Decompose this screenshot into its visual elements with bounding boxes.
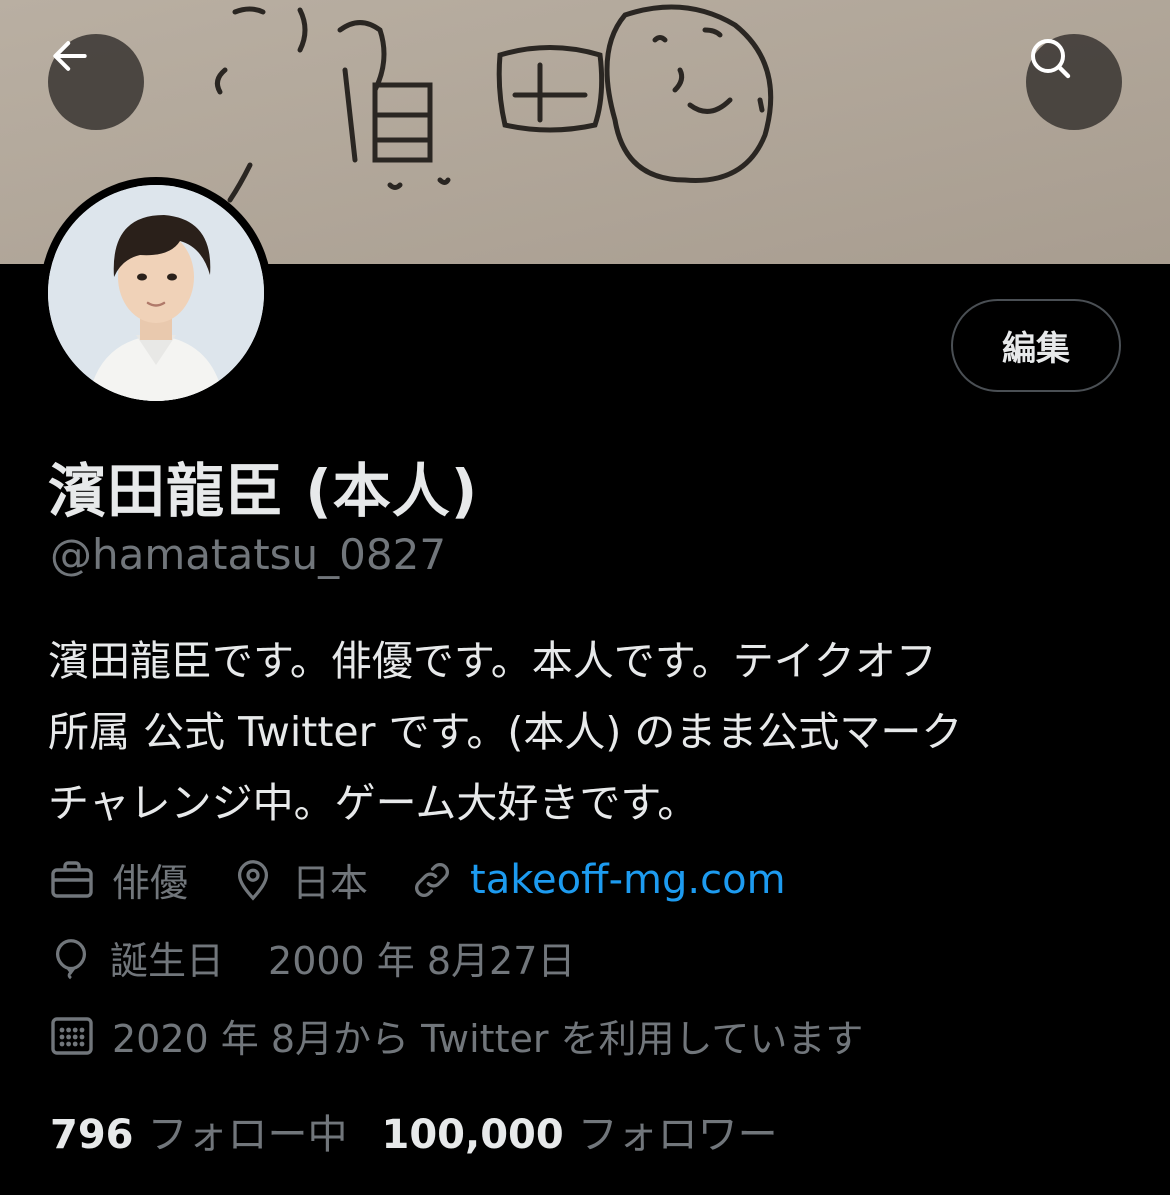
location-pin-icon bbox=[237, 859, 269, 901]
website-item[interactable]: takeoff-mg.com bbox=[410, 857, 786, 903]
avatar[interactable] bbox=[48, 185, 264, 401]
bio-line: 所属 公式 Twitter です。(本人) のまま公式マーク bbox=[48, 708, 963, 756]
bio-line: チャレンジ中。ゲーム大好きです。 bbox=[48, 779, 699, 827]
following-label: フォロー中 bbox=[147, 1112, 348, 1158]
following-stat[interactable]: 796 フォロー中 bbox=[50, 1102, 382, 1160]
balloon-icon bbox=[55, 938, 87, 979]
calendar-icon bbox=[51, 1016, 93, 1055]
followers-count: 100,000 bbox=[381, 1112, 564, 1158]
avatar-photo bbox=[48, 185, 264, 401]
briefcase-icon bbox=[51, 860, 93, 898]
avatar-frame[interactable] bbox=[40, 177, 272, 409]
website-link[interactable]: takeoff-mg.com bbox=[470, 857, 786, 903]
follow-stats: 796 フォロー中 100,000 フォロワー bbox=[50, 1102, 812, 1160]
user-handle: @hamatatsu_0827 bbox=[50, 530, 447, 579]
bio-line: 濱田龍臣です。俳優です。本人です。テイクオフ bbox=[48, 637, 937, 685]
profile-meta-row: 俳優 日本 takeoff-mg.com bbox=[48, 852, 828, 907]
link-icon bbox=[415, 862, 450, 897]
search-button[interactable] bbox=[1026, 34, 1122, 130]
arrow-left-icon bbox=[53, 41, 87, 71]
profession-text: 俳優 bbox=[112, 861, 189, 905]
followers-stat[interactable]: 100,000 フォロワー bbox=[382, 1102, 812, 1160]
followers-label: フォロワー bbox=[577, 1112, 778, 1158]
birthday-row: 誕生日 2000 年 8月27日 bbox=[48, 930, 575, 985]
birthday-date: 2000 年 8月27日 bbox=[268, 939, 576, 983]
profile-bio: 濱田龍臣です。俳優です。本人です。テイクオフ 所属 公式 Twitter です。… bbox=[48, 626, 1128, 839]
edit-profile-button[interactable]: 編集 bbox=[951, 299, 1121, 392]
birthday-label: 誕生日 bbox=[110, 939, 225, 983]
joined-text: 2020 年 8月から Twitter を利用しています bbox=[112, 1017, 864, 1061]
back-button[interactable] bbox=[48, 34, 144, 130]
search-icon bbox=[1031, 39, 1071, 79]
joined-row: 2020 年 8月から Twitter を利用しています bbox=[48, 1008, 863, 1063]
location-text: 日本 bbox=[292, 861, 369, 905]
profession-item: 俳優 bbox=[48, 852, 188, 907]
location-item: 日本 bbox=[230, 852, 368, 907]
display-name: 濱田龍臣 (本人) bbox=[48, 457, 479, 525]
following-count: 796 bbox=[50, 1112, 134, 1158]
